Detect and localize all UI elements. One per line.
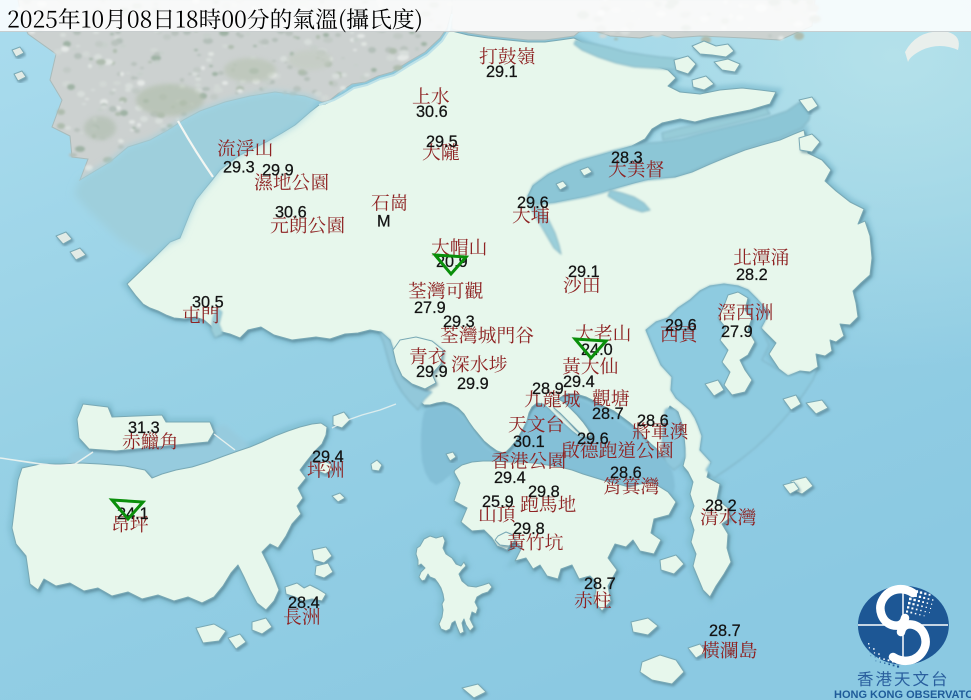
svg-text:29.6: 29.6 bbox=[517, 194, 549, 212]
svg-text:29.9: 29.9 bbox=[457, 375, 489, 393]
svg-text:27.9: 27.9 bbox=[721, 323, 753, 341]
svg-text:29.1: 29.1 bbox=[486, 63, 518, 81]
svg-text:29.4: 29.4 bbox=[312, 448, 344, 466]
svg-text:29.6: 29.6 bbox=[577, 430, 609, 448]
svg-text:28.3: 28.3 bbox=[611, 149, 643, 167]
svg-text:28.7: 28.7 bbox=[709, 622, 741, 640]
svg-text:28.6: 28.6 bbox=[610, 464, 642, 482]
svg-text:29.4: 29.4 bbox=[563, 373, 595, 391]
svg-text:30.6: 30.6 bbox=[416, 103, 448, 121]
svg-text:28.9: 28.9 bbox=[532, 380, 564, 398]
svg-text:29.5: 29.5 bbox=[426, 133, 458, 151]
svg-text:HONG KONG OBSERVATORY: HONG KONG OBSERVATORY bbox=[834, 689, 971, 700]
svg-text:29.8: 29.8 bbox=[513, 520, 545, 538]
svg-text:29.6: 29.6 bbox=[665, 317, 697, 335]
svg-text:29.8: 29.8 bbox=[528, 483, 560, 501]
svg-text:29.1: 29.1 bbox=[568, 263, 600, 281]
svg-text:30.6: 30.6 bbox=[275, 204, 307, 222]
svg-text:28.2: 28.2 bbox=[705, 497, 737, 515]
svg-text:28.2: 28.2 bbox=[736, 266, 768, 284]
svg-text:28.7: 28.7 bbox=[592, 405, 624, 423]
svg-text:28.6: 28.6 bbox=[637, 412, 669, 430]
svg-text:27.9: 27.9 bbox=[414, 299, 446, 317]
svg-text:29.4: 29.4 bbox=[494, 469, 526, 487]
svg-text:28.7: 28.7 bbox=[584, 575, 616, 593]
svg-text:28.4: 28.4 bbox=[288, 594, 320, 612]
svg-text:29.9: 29.9 bbox=[416, 363, 448, 381]
svg-text:29.3: 29.3 bbox=[443, 313, 475, 331]
svg-text:25.9: 25.9 bbox=[482, 493, 514, 511]
svg-text:29.3: 29.3 bbox=[223, 159, 255, 177]
svg-text:M: M bbox=[377, 213, 391, 231]
svg-text:29.9: 29.9 bbox=[262, 162, 294, 180]
svg-text:30.1: 30.1 bbox=[513, 433, 545, 451]
svg-text:30.5: 30.5 bbox=[192, 294, 224, 312]
svg-text:31.3: 31.3 bbox=[128, 419, 160, 437]
